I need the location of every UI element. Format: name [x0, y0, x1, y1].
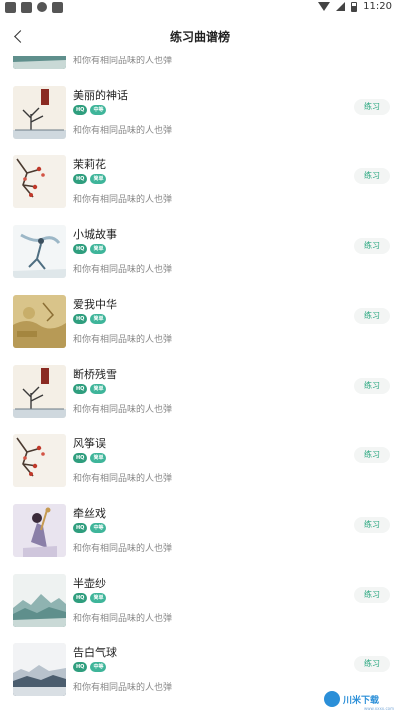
song-badges: HQ 简单	[73, 174, 107, 185]
watermark-logo-icon	[324, 691, 340, 707]
song-cover-image	[13, 503, 66, 557]
text-icon	[52, 2, 63, 13]
difficulty-badge: 简单	[90, 174, 107, 185]
song-title: 断桥残雪	[73, 367, 117, 381]
song-cover-image	[13, 573, 66, 627]
song-title: 小城故事	[73, 228, 117, 242]
song-list-item[interactable]: 半壶纱 HQ 简单和你有相同品味的人也弹 练习	[0, 572, 400, 642]
nav-bar: 练习曲谱榜	[0, 16, 400, 56]
watermark-text: 川米下载	[343, 695, 380, 706]
system-indicators: 11:20	[318, 1, 392, 12]
song-list-item[interactable]: 茉莉花 HQ 简单和你有相同品味的人也弹 练习	[0, 153, 400, 223]
song-badges: HQ 中等	[73, 662, 107, 673]
practice-button[interactable]: 练习	[354, 377, 390, 394]
practice-button[interactable]: 练习	[354, 98, 390, 115]
difficulty-badge: 简单	[90, 313, 107, 324]
song-cover-image	[13, 85, 66, 139]
status-time: 11:20	[363, 1, 392, 12]
song-list-item[interactable]: 风筝误 HQ 简单和你有相同品味的人也弹 练习	[0, 432, 400, 502]
song-title: 牵丝戏	[73, 506, 106, 520]
song-subtitle: 和你有相同品味的人也弹	[73, 334, 173, 345]
practice-button[interactable]: 练习	[354, 516, 390, 533]
bug-icon	[37, 2, 47, 12]
wifi-icon	[318, 2, 331, 11]
practice-button[interactable]: 练习	[354, 656, 390, 673]
song-cover-image	[13, 434, 66, 488]
practice-button[interactable]: 练习	[354, 586, 390, 603]
quality-badge: HQ	[73, 662, 88, 673]
song-cover-image	[13, 643, 66, 697]
song-list-item[interactable]: 牵丝戏 HQ 中等和你有相同品味的人也弹 练习	[0, 502, 400, 572]
song-list-item[interactable]: HQ中等和你有相同品味的人也弹练习	[0, 56, 400, 84]
notification-icons	[5, 2, 63, 13]
song-cover-image	[13, 294, 66, 348]
difficulty-badge: 简单	[90, 244, 107, 255]
quality-badge: HQ	[73, 244, 88, 255]
song-list[interactable]: HQ中等和你有相同品味的人也弹练习美丽的神话HQ中等和你有相同品味的人也弹练习茉…	[0, 56, 400, 711]
song-cover-image	[13, 364, 66, 418]
song-cover-image	[13, 155, 66, 209]
song-badges: HQ 中等	[73, 522, 107, 533]
song-title: 美丽的神话	[73, 88, 128, 102]
page-title: 练习曲谱榜	[169, 30, 230, 44]
song-badges: HQ 简单	[73, 244, 107, 255]
watermark-subtext: www.xxxx.com	[363, 706, 394, 711]
difficulty-badge: 简单	[90, 592, 107, 603]
song-subtitle: 和你有相同品味的人也弹	[73, 543, 173, 554]
difficulty-badge: 中等	[90, 662, 107, 673]
quality-badge: HQ	[73, 453, 88, 464]
song-badges: HQ 中等	[73, 104, 107, 115]
shield-icon	[5, 2, 16, 13]
quality-badge: HQ	[73, 592, 88, 603]
song-subtitle: 和你有相同品味的人也弹	[73, 56, 173, 66]
difficulty-badge: 简单	[90, 453, 107, 464]
song-list-item[interactable]: 小城故事 HQ 简单和你有相同品味的人也弹 练习	[0, 223, 400, 293]
quality-badge: HQ	[73, 522, 88, 533]
song-subtitle: 和你有相同品味的人也弹	[73, 195, 173, 206]
song-cover-image	[13, 56, 66, 69]
status-bar: 11:20	[0, 0, 400, 16]
difficulty-badge: 简单	[90, 383, 107, 394]
image-icon	[21, 2, 32, 13]
quality-badge: HQ	[73, 174, 88, 185]
quality-badge: HQ	[73, 104, 88, 115]
quality-badge: HQ	[73, 383, 88, 394]
song-badges: HQ 简单	[73, 383, 107, 394]
song-subtitle: 和你有相同品味的人也弹	[73, 404, 173, 415]
battery-icon	[351, 1, 358, 12]
signal-icon	[336, 2, 346, 11]
song-subtitle: 和你有相同品味的人也弹	[73, 683, 173, 694]
practice-button[interactable]: 练习	[354, 307, 390, 324]
practice-button[interactable]: 练习	[354, 238, 390, 255]
song-list-item[interactable]: 断桥残雪 HQ 简单和你有相同品味的人也弹 练习	[0, 363, 400, 433]
difficulty-badge: 中等	[90, 104, 107, 115]
song-badges: HQ 简单	[73, 313, 107, 324]
song-title: 风筝误	[73, 437, 106, 451]
song-title: 爱我中华	[73, 297, 117, 311]
song-list-item[interactable]: 美丽的神话 HQ 中等和你有相同品味的人也弹 练习	[0, 84, 400, 154]
song-subtitle: 和你有相同品味的人也弹	[73, 125, 173, 136]
song-title: 告白气球	[73, 646, 117, 660]
practice-button[interactable]: 练习	[354, 447, 390, 464]
song-list-item[interactable]: 爱我中华 HQ 简单和你有相同品味的人也弹 练习	[0, 293, 400, 363]
song-title: 茉莉花	[73, 158, 106, 172]
song-subtitle: 和你有相同品味的人也弹	[73, 474, 173, 485]
song-badges: HQ 简单	[73, 453, 107, 464]
song-subtitle: 和你有相同品味的人也弹	[73, 265, 173, 276]
practice-button[interactable]: 练习	[354, 168, 390, 185]
song-badges: HQ 简单	[73, 592, 107, 603]
song-title: 半壶纱	[73, 576, 106, 590]
difficulty-badge: 中等	[90, 522, 107, 533]
quality-badge: HQ	[73, 313, 88, 324]
song-cover-image	[13, 225, 66, 279]
song-subtitle: 和你有相同品味的人也弹	[73, 613, 173, 624]
